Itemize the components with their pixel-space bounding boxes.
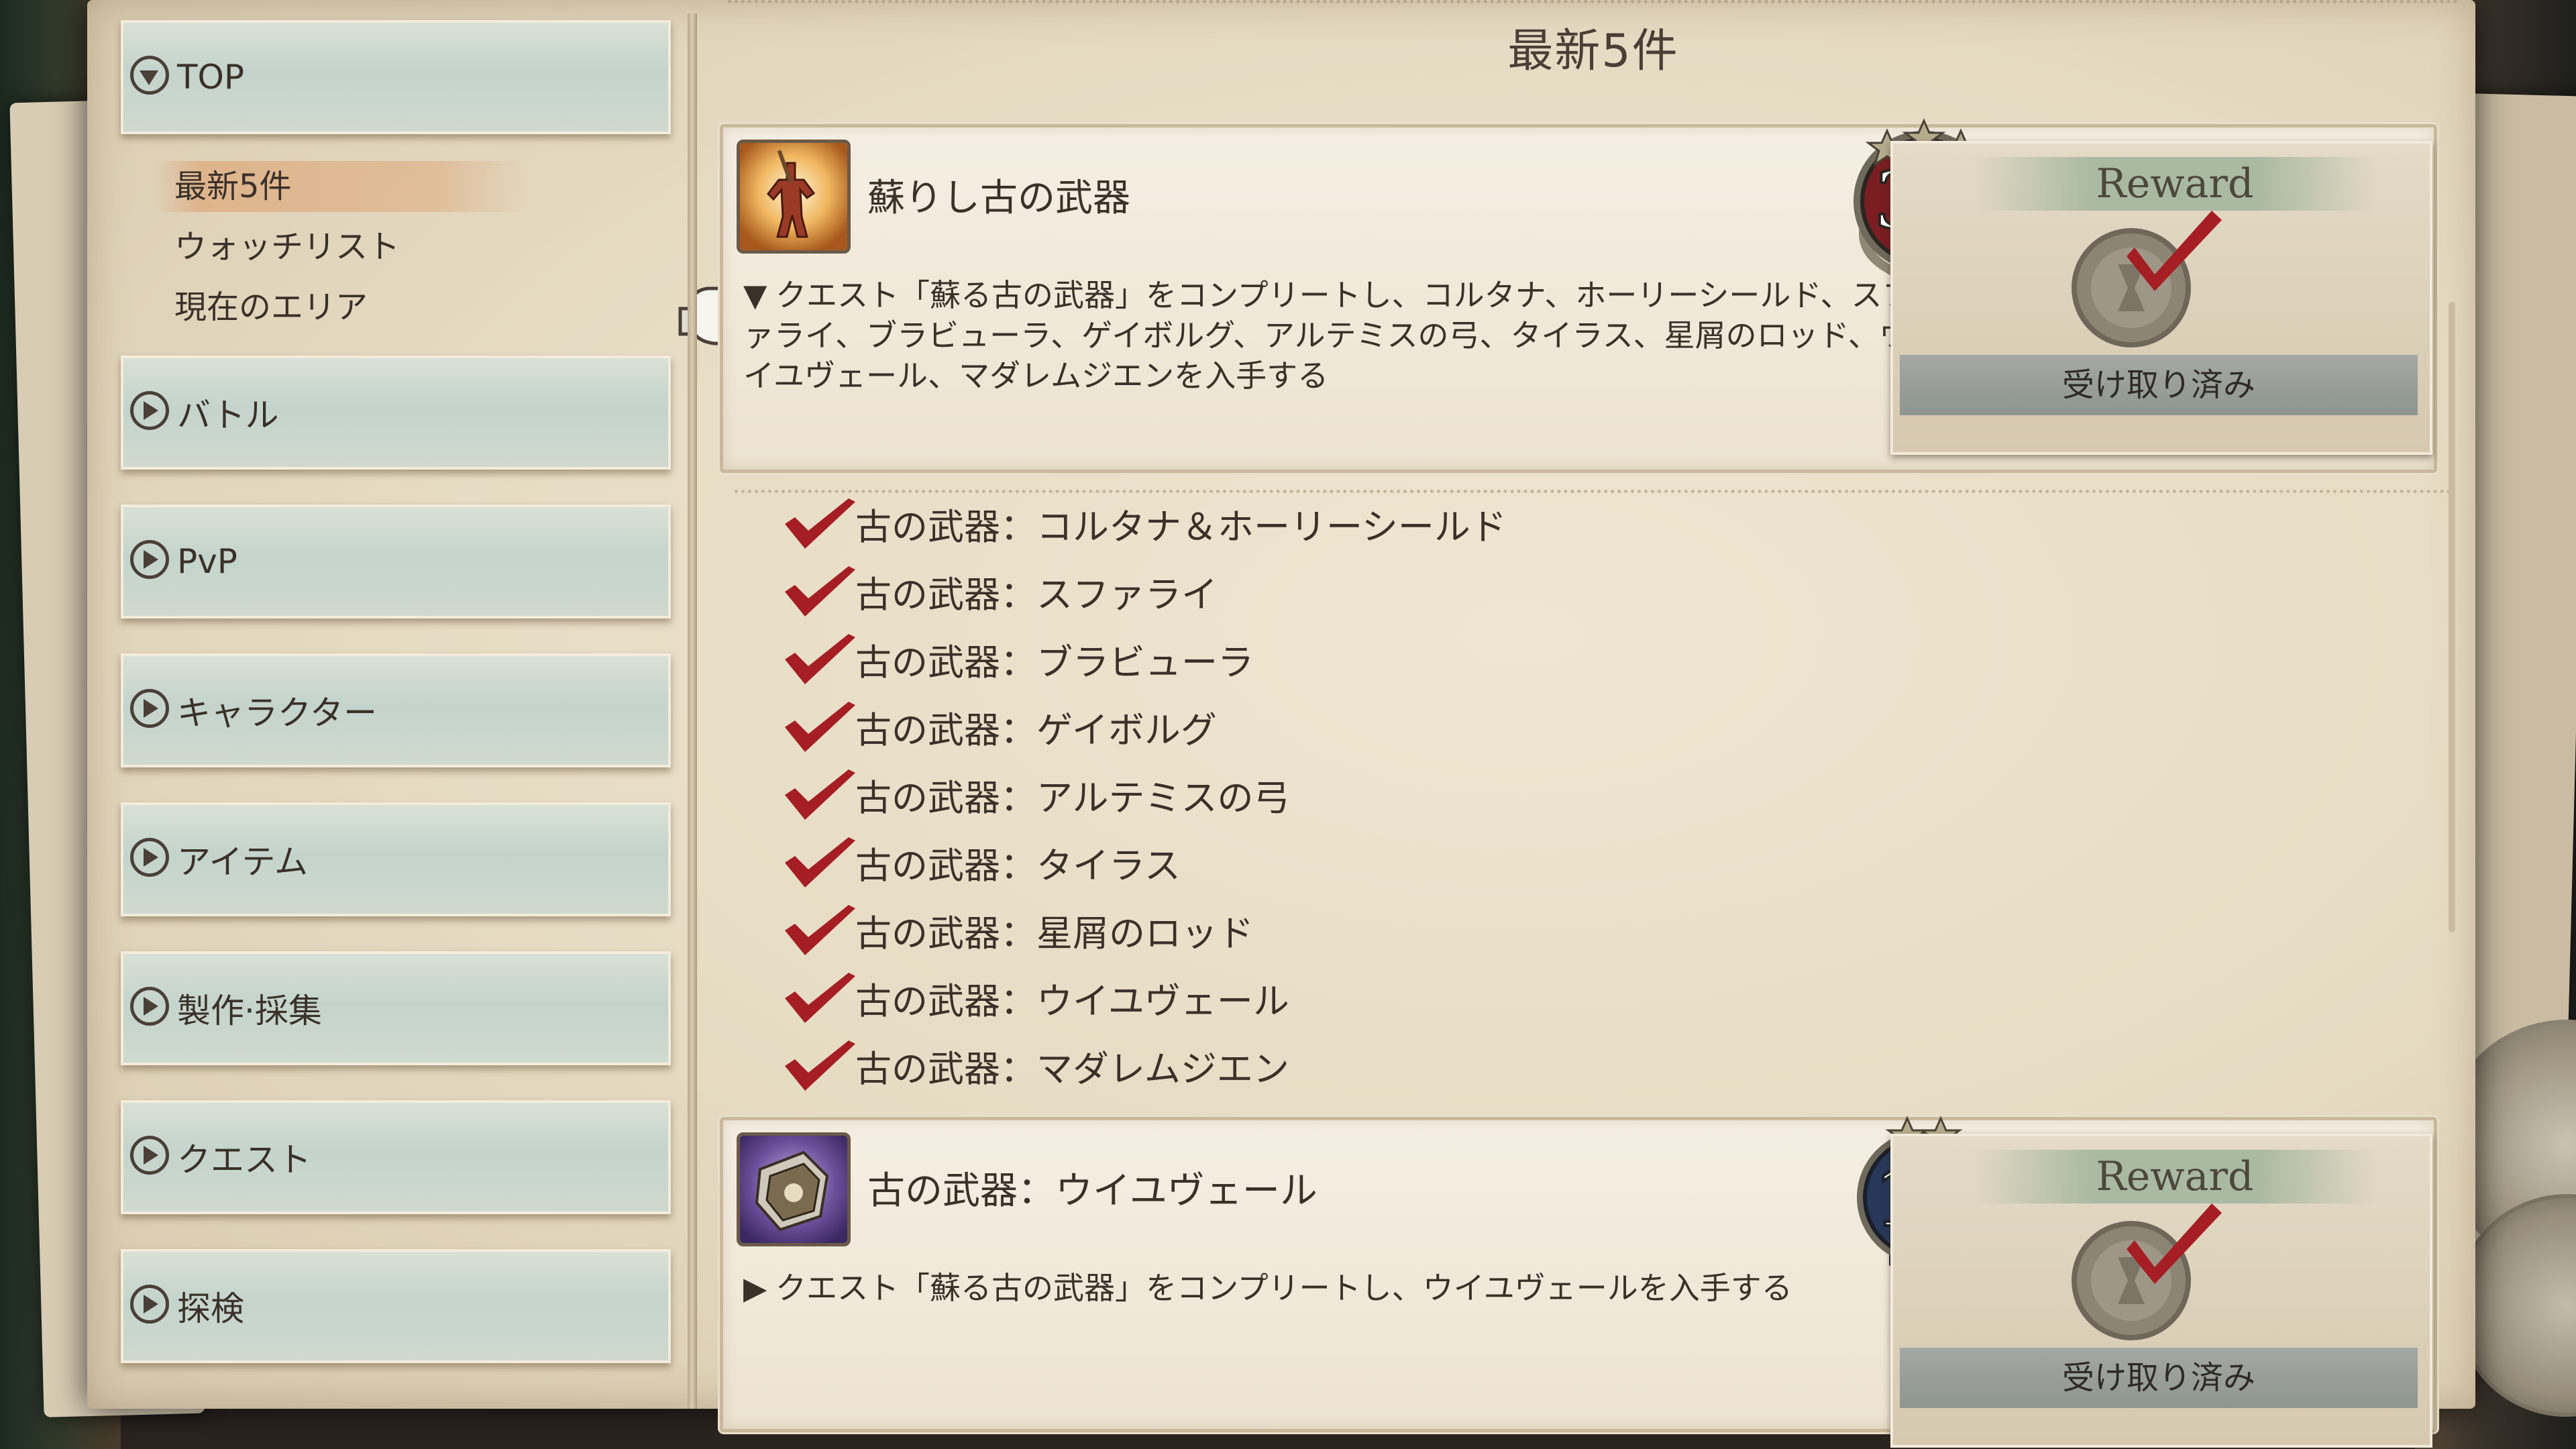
category-sidebar: TOP 最新5件 ウォッチリスト 現在のエリア バトル PvP キャラクター ア… <box>87 0 798 1409</box>
nav-quest-button[interactable]: クエスト <box>121 1100 671 1214</box>
circle-triangle-right-icon <box>130 987 169 1026</box>
nav-battle-label: バトル <box>177 396 279 435</box>
criteria-label: 古の武器：星屑のロッド <box>855 912 1254 955</box>
sidebar-divider <box>688 13 697 1409</box>
criteria-item: 古の武器：ウイユヴェール <box>782 967 1855 1035</box>
red-checkmark-icon <box>785 905 855 955</box>
criteria-item: 古の武器：タイラス <box>782 832 1855 900</box>
circle-triangle-right-icon <box>130 838 169 877</box>
reward-panel: Reward 受け取り済み <box>1890 1134 2432 1448</box>
circle-triangle-right-icon <box>130 540 169 579</box>
red-checkmark-icon <box>785 498 855 549</box>
achievement-icon-shield <box>737 1132 851 1246</box>
sub-item-current-area[interactable]: 現在のエリア <box>154 282 530 333</box>
circle-triangle-right-icon <box>130 1136 169 1175</box>
criteria-item: 古の武器：スファライ <box>782 561 1855 629</box>
reward-status: 受け取り済み <box>1900 355 2418 415</box>
reward-medallion-icon <box>2072 211 2222 347</box>
criteria-item: 古の武器：コルタナ＆ホーリーシールド <box>782 493 1855 561</box>
circle-triangle-right-icon <box>130 689 169 728</box>
criteria-item: 古の武器：ブラビューラ <box>782 629 1855 696</box>
red-checkmark-icon <box>785 566 855 616</box>
top-border <box>728 0 2459 3</box>
nav-crafting-label: 製作·採集 <box>177 991 322 1030</box>
achievement-description-text: クエスト「蘇る古の武器」をコンプリートし、コルタナ、ホーリーシールド、スファライ… <box>743 277 1913 394</box>
nav-item-label: アイテム <box>177 843 308 881</box>
criteria-label: 古の武器：ウイユヴェール <box>855 980 1289 1022</box>
nav-battle-button[interactable]: バトル <box>121 356 671 470</box>
criteria-label: 古の武器：マダレムジエン <box>855 1048 1289 1090</box>
reward-medallion-icon <box>2072 1203 2222 1340</box>
criteria-label: 古の武器：ゲイボルグ <box>855 709 1217 751</box>
achievement-name: 蘇りし古の武器 <box>867 176 1130 220</box>
criteria-label: 古の武器：スファライ <box>855 574 1218 616</box>
sub-item-watchlist[interactable]: ウォッチリスト <box>154 221 530 272</box>
nav-pvp-label: PvP <box>177 542 237 581</box>
criteria-label: 古の武器：アルテミスの弓 <box>855 777 1290 819</box>
red-checkmark-icon <box>785 634 855 684</box>
game-scene: TOP 最新5件 ウォッチリスト 現在のエリア バトル PvP キャラクター ア… <box>0 0 2576 1449</box>
collapse-arrow[interactable]: ▼ <box>743 275 775 315</box>
nav-pvp-button[interactable]: PvP <box>121 504 671 619</box>
nav-quest-label: クエスト <box>177 1140 311 1179</box>
red-checkmark-icon <box>785 702 855 752</box>
circle-triangle-right-icon <box>130 1285 169 1324</box>
criteria-label: 古の武器：ブラビューラ <box>855 641 1254 684</box>
expand-arrow[interactable]: ▶ <box>743 1268 775 1308</box>
nav-exploration-button[interactable]: 探検 <box>121 1249 671 1363</box>
criteria-label: 古の武器：コルタナ＆ホーリーシールド <box>855 506 1507 548</box>
reward-title: Reward <box>1974 1150 2376 1203</box>
nav-top-button[interactable]: TOP <box>121 20 671 134</box>
reward-title: Reward <box>1974 157 2376 211</box>
nav-character-label: キャラクター <box>177 694 377 733</box>
red-checkmark-icon <box>785 973 855 1023</box>
reward-panel: Reward 受け取り済み <box>1890 141 2432 455</box>
achievement-description: ▶ クエスト「蘇る古の武器」をコンプリートし、ウイユヴェールを入手する <box>743 1268 1937 1308</box>
scrollbar[interactable] <box>2449 302 2455 932</box>
criteria-item: 古の武器：アルテミスの弓 <box>782 764 1855 832</box>
criteria-list: 古の武器：コルタナ＆ホーリーシールド 古の武器：スファライ 古の武器：ブラビュー… <box>782 493 1855 1103</box>
page-title: 最新5件 <box>1507 25 1679 78</box>
red-checkmark-icon <box>785 1040 855 1091</box>
nav-exploration-label: 探検 <box>177 1289 244 1328</box>
achievement-card[interactable]: 古の武器：ウイユヴェール ▶ クエスト「蘇る古の武器」をコンプリートし、ウイユヴェ… <box>720 1116 2437 1448</box>
achievement-board: TOP 最新5件 ウォッチリスト 現在のエリア バトル PvP キャラクター ア… <box>87 0 2475 1448</box>
achievement-card[interactable]: 蘇りし古の武器 ▼ クエスト「蘇る古の武器」をコンプリートし、コルタナ、ホーリーシ… <box>720 118 2437 473</box>
nav-crafting-button[interactable]: 製作·採集 <box>121 951 671 1065</box>
criteria-item: 古の武器：ゲイボルグ <box>782 696 1855 764</box>
criteria-item: 古の武器：マダレムジエン <box>782 1035 1855 1103</box>
circle-triangle-right-icon <box>130 391 169 430</box>
reward-status: 受け取り済み <box>1900 1348 2418 1408</box>
criteria-label: 古の武器：タイラス <box>855 845 1181 887</box>
sub-item-latest5[interactable]: 最新5件 <box>154 161 530 212</box>
nav-top-label: TOP <box>177 58 245 97</box>
nav-character-button[interactable]: キャラクター <box>121 653 671 767</box>
achievement-icon-warrior <box>737 140 851 254</box>
red-checkmark-icon <box>785 837 855 888</box>
achievement-list: 最新5件 蘇りし古の武器 ▼ クエスト「蘇る古の武器」をコンプリートし、コルタナ… <box>714 0 2472 1448</box>
circle-triangle-down-icon <box>130 56 169 95</box>
criteria-item: 古の武器：星屑のロッド <box>782 900 1855 967</box>
achievement-name: 古の武器：ウイユヴェール <box>867 1169 1318 1213</box>
red-checkmark-icon <box>785 769 855 820</box>
nav-item-button[interactable]: アイテム <box>121 802 671 916</box>
achievement-description: ▼ クエスト「蘇る古の武器」をコンプリートし、コルタナ、ホーリーシールド、スファラ… <box>743 275 1937 396</box>
achievement-description-text: クエスト「蘇る古の武器」をコンプリートし、ウイユヴェールを入手する <box>775 1270 1792 1306</box>
